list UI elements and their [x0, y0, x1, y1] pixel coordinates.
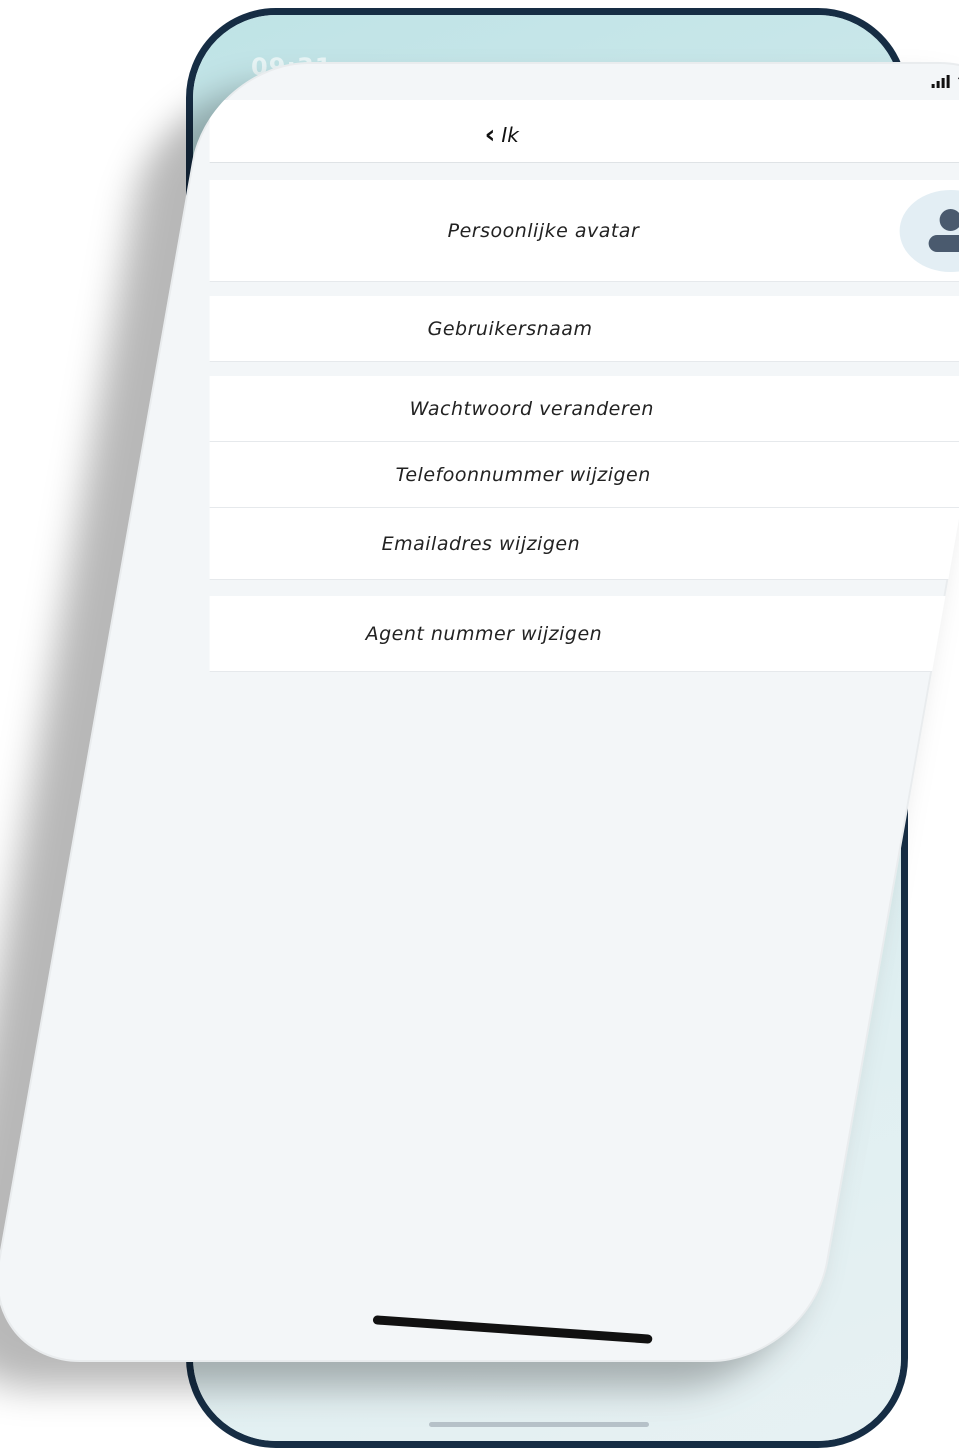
row-emailadres-wijzigen[interactable]: Emailadres wijzigen ›: [209, 508, 959, 580]
row-persoonlijke-avatar[interactable]: Persoonlijke avatar ›: [209, 180, 959, 282]
back-label: Ik: [501, 123, 519, 147]
back-button[interactable]: ‹ Ik: [484, 120, 519, 150]
row-label: Telefoonnummer wijzigen: [395, 463, 651, 486]
background-home-indicator: [429, 1422, 649, 1427]
row-wachtwoord-veranderen[interactable]: Wachtwoord veranderen ›: [209, 376, 959, 442]
home-indicator: [372, 1315, 653, 1344]
row-label: Gebruikersnaam: [427, 317, 593, 340]
navigation-bar: ‹ Ik: [209, 100, 959, 163]
avatar[interactable]: [899, 190, 959, 272]
user-icon: [928, 209, 959, 252]
row-label: Agent nummer wijzigen: [365, 622, 603, 645]
row-telefoonnummer-wijzigen[interactable]: Telefoonnummer wijzigen: [209, 442, 959, 508]
row-label: Wachtwoord veranderen: [409, 397, 654, 420]
status-bar: [931, 74, 959, 88]
row-label: Persoonlijke avatar: [447, 219, 640, 242]
cellular-signal-icon: [931, 74, 950, 88]
row-gebruikersnaam[interactable]: Gebruikersnaam: [209, 296, 959, 362]
row-agent-nummer-wijzigen[interactable]: Agent nummer wijzigen ›: [209, 596, 959, 672]
chevron-left-icon: ‹: [484, 120, 496, 150]
app-mockup: 09:31 G ‹ Ik: [0, 0, 959, 1454]
row-label: Emailadres wijzigen: [381, 532, 581, 555]
